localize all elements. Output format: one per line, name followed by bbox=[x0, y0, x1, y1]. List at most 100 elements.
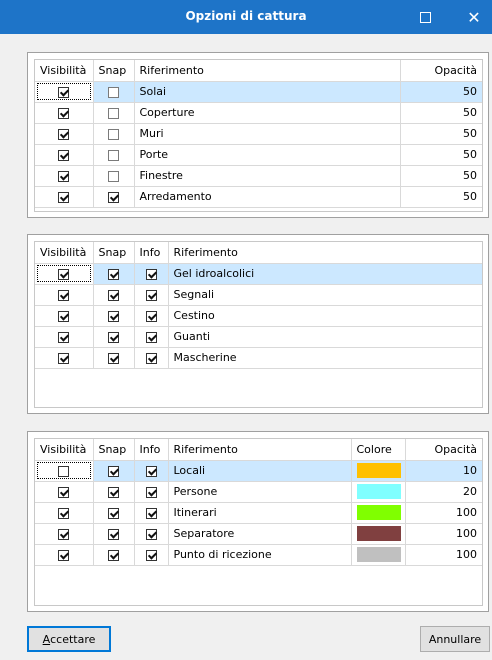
visibility-checkbox[interactable] bbox=[58, 465, 70, 477]
snap-checkbox-checked[interactable] bbox=[108, 310, 119, 322]
layers-list-3[interactable]: Visibilità Snap Info Riferimento Colore … bbox=[34, 438, 483, 606]
column-header-opacity[interactable]: Opacità bbox=[400, 60, 482, 82]
column-header-reference[interactable]: Riferimento bbox=[168, 439, 352, 461]
table-row[interactable]: Muri 50 bbox=[35, 123, 482, 145]
layers-panel-3: Visibilità Snap Info Riferimento Colore … bbox=[27, 431, 489, 612]
reference-cell: Locali bbox=[168, 460, 352, 482]
table-row[interactable]: Persone 20 bbox=[35, 481, 482, 503]
info-checkbox-checked[interactable] bbox=[145, 507, 157, 519]
visibility-checkbox-checked[interactable] bbox=[58, 310, 70, 322]
column-header-reference[interactable]: Riferimento bbox=[134, 60, 401, 82]
snap-checkbox[interactable] bbox=[108, 107, 119, 119]
column-header-snap[interactable]: Snap bbox=[93, 60, 135, 82]
info-checkbox-checked[interactable] bbox=[145, 465, 157, 477]
snap-checkbox-checked[interactable] bbox=[108, 352, 119, 364]
column-header-visibility[interactable]: Visibilità bbox=[35, 242, 94, 264]
column-header-snap[interactable]: Snap bbox=[93, 439, 135, 461]
snap-checkbox[interactable] bbox=[108, 86, 119, 98]
color-swatch bbox=[356, 526, 401, 541]
info-checkbox-checked[interactable] bbox=[145, 268, 157, 280]
snap-checkbox[interactable] bbox=[108, 128, 119, 140]
opacity-cell: 50 bbox=[400, 165, 482, 187]
snap-checkbox-checked[interactable] bbox=[108, 289, 119, 301]
snap-checkbox[interactable] bbox=[108, 149, 119, 161]
info-checkbox-checked[interactable] bbox=[145, 352, 157, 364]
info-checkbox-checked[interactable] bbox=[145, 310, 157, 322]
visibility-checkbox-checked[interactable] bbox=[58, 507, 70, 519]
visibility-checkbox-checked[interactable] bbox=[58, 331, 70, 343]
opacity-cell: 50 bbox=[400, 81, 482, 103]
info-checkbox-checked[interactable] bbox=[145, 486, 157, 498]
visibility-checkbox-checked[interactable] bbox=[58, 528, 70, 540]
table-row[interactable]: Guanti bbox=[35, 326, 482, 348]
layers-panel-2: Visibilità Snap Info Riferimento Gel idr… bbox=[27, 234, 489, 414]
color-cell[interactable] bbox=[351, 544, 406, 566]
snap-checkbox-checked[interactable] bbox=[108, 486, 119, 498]
reference-cell: Coperture bbox=[134, 102, 401, 124]
info-checkbox-checked[interactable] bbox=[145, 549, 157, 561]
layers-list-2[interactable]: Visibilità Snap Info Riferimento Gel idr… bbox=[34, 241, 483, 408]
table-row[interactable]: Punto di ricezione 100 bbox=[35, 544, 482, 566]
visibility-checkbox-checked[interactable] bbox=[58, 268, 70, 280]
table-row[interactable]: Solai 50 bbox=[35, 81, 482, 103]
column-header-reference[interactable]: Riferimento bbox=[168, 242, 482, 264]
color-cell[interactable] bbox=[351, 460, 406, 482]
snap-checkbox-checked[interactable] bbox=[108, 465, 119, 477]
layers-list-1[interactable]: Visibilità Snap Riferimento Opacità Sola… bbox=[34, 59, 483, 212]
reference-cell: Cestino bbox=[168, 305, 482, 327]
table-row[interactable]: Coperture 50 bbox=[35, 102, 482, 124]
reference-cell: Persone bbox=[168, 481, 352, 503]
column-header-snap[interactable]: Snap bbox=[93, 242, 135, 264]
snap-checkbox-checked[interactable] bbox=[108, 191, 119, 203]
column-header-visibility[interactable]: Visibilità bbox=[35, 60, 94, 82]
table-row[interactable]: Porte 50 bbox=[35, 144, 482, 166]
color-cell[interactable] bbox=[351, 523, 406, 545]
info-checkbox-checked[interactable] bbox=[145, 331, 157, 343]
snap-checkbox-checked[interactable] bbox=[108, 549, 119, 561]
opacity-cell: 100 bbox=[405, 502, 482, 524]
snap-checkbox-checked[interactable] bbox=[108, 528, 119, 540]
maximize-button[interactable] bbox=[406, 0, 444, 34]
accept-mnemonic: A bbox=[42, 632, 51, 646]
table-row[interactable]: Segnali bbox=[35, 284, 482, 306]
snap-checkbox-checked[interactable] bbox=[108, 507, 119, 519]
snap-checkbox-checked[interactable] bbox=[108, 331, 119, 343]
snap-checkbox[interactable] bbox=[108, 170, 119, 182]
layers-panel-1: Visibilità Snap Riferimento Opacità Sola… bbox=[27, 52, 489, 218]
table-row[interactable]: Cestino bbox=[35, 305, 482, 327]
table-row[interactable]: Separatore 100 bbox=[35, 523, 482, 545]
accept-button[interactable]: Accettare bbox=[27, 626, 111, 652]
column-header-color[interactable]: Colore bbox=[351, 439, 406, 461]
reference-cell: Gel idroalcolici bbox=[168, 263, 482, 285]
table-row[interactable]: Arredamento 50 bbox=[35, 186, 482, 208]
table-row[interactable]: Locali 10 bbox=[35, 460, 482, 482]
color-cell[interactable] bbox=[351, 481, 406, 503]
visibility-checkbox-checked[interactable] bbox=[58, 191, 70, 203]
table-row[interactable]: Gel idroalcolici bbox=[35, 263, 482, 285]
visibility-checkbox-checked[interactable] bbox=[58, 549, 70, 561]
maximize-icon bbox=[419, 11, 431, 23]
visibility-checkbox-checked[interactable] bbox=[58, 86, 70, 98]
visibility-checkbox-checked[interactable] bbox=[58, 170, 70, 182]
visibility-checkbox-checked[interactable] bbox=[58, 128, 70, 140]
column-header-info[interactable]: Info bbox=[134, 242, 169, 264]
column-header-opacity[interactable]: Opacità bbox=[405, 439, 482, 461]
reference-cell: Arredamento bbox=[134, 186, 401, 208]
table-row[interactable]: Finestre 50 bbox=[35, 165, 482, 187]
visibility-checkbox-checked[interactable] bbox=[58, 107, 70, 119]
column-header-info[interactable]: Info bbox=[134, 439, 169, 461]
reference-cell: Segnali bbox=[168, 284, 482, 306]
close-button[interactable]: ✕ bbox=[456, 0, 492, 34]
info-checkbox-checked[interactable] bbox=[145, 528, 157, 540]
table-row[interactable]: Mascherine bbox=[35, 347, 482, 369]
visibility-checkbox-checked[interactable] bbox=[58, 289, 70, 301]
visibility-checkbox-checked[interactable] bbox=[58, 352, 70, 364]
visibility-checkbox-checked[interactable] bbox=[58, 149, 70, 161]
cancel-button[interactable]: Annullare bbox=[420, 626, 490, 652]
color-cell[interactable] bbox=[351, 502, 406, 524]
snap-checkbox-checked[interactable] bbox=[108, 268, 119, 280]
info-checkbox-checked[interactable] bbox=[145, 289, 157, 301]
visibility-checkbox-checked[interactable] bbox=[58, 486, 70, 498]
table-row[interactable]: Itinerari 100 bbox=[35, 502, 482, 524]
column-header-visibility[interactable]: Visibilità bbox=[35, 439, 94, 461]
